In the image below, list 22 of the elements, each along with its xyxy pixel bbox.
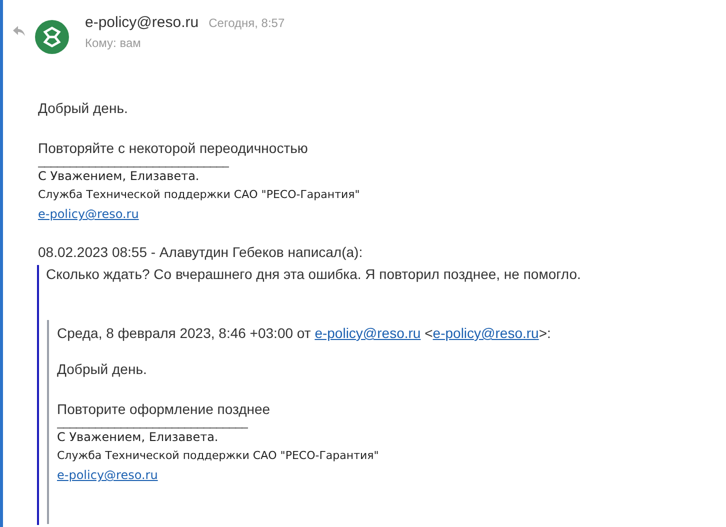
signature-name: С Уважением, Елизавета. <box>57 429 218 446</box>
signature-department: Служба Технической поддержки САО "РЕСО-Гарантия" <box>38 187 360 203</box>
message-text: Повторяйте с некоторой переодичностью <box>38 139 309 157</box>
message-text: Повторите оформление позднее <box>57 400 272 418</box>
sender-link[interactable]: e-policy@reso.ru <box>314 325 421 341</box>
signature-name: С Уважением, Елизавета. <box>38 168 200 185</box>
recipient-text: Кому: вам <box>85 36 142 50</box>
email-link[interactable]: e-policy@reso.ru <box>38 207 139 221</box>
signature-rule: ______________________________ <box>57 416 248 429</box>
signature-rule: ______________________________ <box>38 155 230 168</box>
email-link[interactable]: e-policy@reso.ru <box>57 468 158 482</box>
greeting-text: Добрый день. <box>57 360 148 378</box>
quoted-message: Сколько ждать? Со вчерашнего дня эта ошибка. Я повторил позднее, не помогло. <box>46 265 582 283</box>
sender-address[interactable]: e-policy@reso.ru <box>85 14 199 31</box>
quote-attribution: 08.02.2023 08:55 - Алавутдин Гебеков написал(а): <box>38 243 364 261</box>
reply-icon[interactable] <box>13 26 25 36</box>
message-date: Сегодня, 8:57 <box>208 16 285 30</box>
greeting-text: Добрый день. <box>38 99 129 117</box>
avatar-logo-icon <box>35 20 69 54</box>
signature-department: Служба Технической поддержки САО "РЕСО-Гарантия" <box>57 448 379 464</box>
sender-link[interactable]: e-policy@reso.ru <box>432 325 539 341</box>
nested-attribution: Среда, 8 февраля 2023, 8:46 +03:00 от e-policy@reso.ru <e-policy@reso.ru>: <box>57 324 552 342</box>
